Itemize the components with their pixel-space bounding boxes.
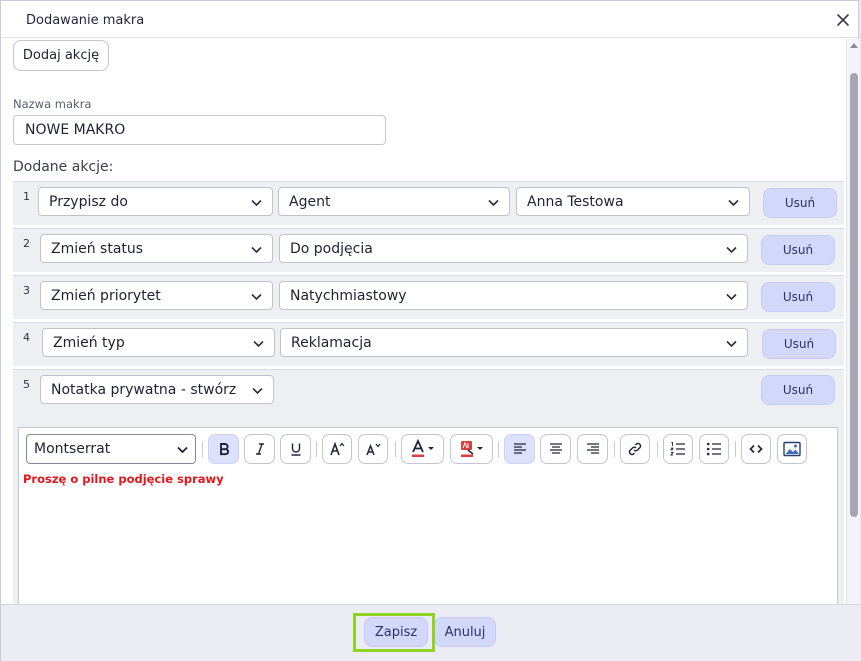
chevron-down-icon: [177, 446, 188, 454]
scroll-up-arrow-icon[interactable]: [850, 43, 858, 48]
link-icon: [628, 442, 642, 456]
macro-name-label: Nazwa makra: [13, 97, 92, 111]
action-type-select[interactable]: Przypisz do: [38, 187, 273, 216]
align-center-button[interactable]: [540, 434, 571, 464]
highlight-color-icon: [460, 441, 483, 457]
note-editor[interactable]: Montserrat Proszę o pilne podjęcie spraw…: [18, 427, 838, 607]
action-row-number: 4: [23, 331, 30, 344]
action-row-number: 5: [23, 378, 30, 391]
align-right-button[interactable]: [577, 434, 608, 464]
scrollbar[interactable]: [846, 39, 860, 604]
toolbar-divider: [202, 441, 203, 457]
bullet-list-icon: [706, 442, 721, 456]
chevron-down-icon: [726, 293, 737, 301]
font-size-decrease-button[interactable]: [358, 434, 388, 464]
added-actions-label: Dodane akcje:: [13, 159, 114, 175]
action-type-select[interactable]: Zmień priorytet: [40, 281, 273, 310]
chevron-down-icon: [251, 246, 262, 254]
toolbar-divider: [614, 441, 615, 457]
code-icon: [749, 444, 763, 454]
action-row-number: 2: [23, 237, 30, 250]
toolbar-divider: [735, 441, 736, 457]
chevron-down-icon: [253, 340, 264, 348]
remove-action-button[interactable]: Usuń: [763, 188, 837, 218]
action-type-value: Zmień typ: [53, 334, 125, 351]
assign-target-value: Agent: [289, 193, 331, 210]
add-action-button[interactable]: Dodaj akcję: [13, 40, 109, 71]
chevron-down-icon: [728, 199, 739, 207]
agent-select[interactable]: Anna Testowa: [516, 187, 750, 216]
cancel-button[interactable]: Anuluj: [434, 617, 496, 647]
action-row: 4 Zmień typ Reklamacja Usuń: [13, 322, 844, 366]
action-row-number: 3: [23, 284, 30, 297]
agent-value: Anna Testowa: [527, 193, 624, 210]
ordered-list-button[interactable]: [663, 434, 693, 464]
underline-icon: [291, 443, 300, 456]
chevron-down-icon: [726, 340, 737, 348]
action-type-select[interactable]: Zmień status: [40, 234, 273, 263]
underline-button[interactable]: [280, 434, 311, 464]
type-value: Reklamacja: [291, 334, 372, 351]
align-left-icon: [513, 443, 526, 454]
toolbar-divider: [395, 441, 396, 457]
save-button-highlight: [353, 613, 435, 652]
bullet-list-button[interactable]: [699, 434, 729, 464]
toolbar-divider: [498, 441, 499, 457]
chevron-down-icon: [251, 199, 262, 207]
chevron-down-icon: [251, 293, 262, 301]
text-color-icon: [411, 439, 434, 457]
action-row: 1 Przypisz do Agent Anna Testowa Usuń: [13, 181, 844, 225]
remove-action-button[interactable]: Usuń: [762, 329, 836, 359]
background-color-button[interactable]: [450, 434, 493, 464]
align-center-icon: [549, 443, 562, 454]
font-family-select[interactable]: Montserrat: [26, 434, 196, 464]
action-type-select[interactable]: Zmień typ: [42, 328, 275, 357]
dialog-header: Dodawanie makra: [1, 1, 858, 38]
remove-action-button[interactable]: Usuń: [761, 375, 835, 405]
priority-value: Natychmiastowy: [290, 287, 407, 304]
toolbar-divider: [657, 441, 658, 457]
priority-select[interactable]: Natychmiastowy: [279, 281, 748, 310]
bold-icon: [219, 443, 229, 456]
image-icon: [783, 441, 801, 457]
chevron-down-icon: [726, 246, 737, 254]
action-type-value: Zmień status: [51, 240, 144, 257]
font-size-increase-button[interactable]: [322, 434, 352, 464]
italic-button[interactable]: [244, 434, 275, 464]
remove-action-button[interactable]: Usuń: [761, 282, 835, 312]
remove-action-button[interactable]: Usuń: [761, 235, 835, 265]
action-type-value: Notatka prywatna - stwórz: [51, 381, 237, 398]
chevron-down-icon: [488, 199, 499, 207]
action-row: 2 Zmień status Do podjęcia Usuń: [13, 228, 844, 272]
italic-icon: [255, 443, 264, 455]
scrollbar-thumb[interactable]: [850, 73, 858, 517]
toolbar-divider: [316, 441, 317, 457]
chevron-down-icon: [252, 387, 263, 395]
text-color-button[interactable]: [401, 434, 444, 464]
assign-target-select[interactable]: Agent: [278, 187, 510, 216]
action-row: 3 Zmień priorytet Natychmiastowy Usuń: [13, 275, 844, 319]
note-content[interactable]: Proszę o pilne podjęcie sprawy: [23, 472, 224, 486]
insert-link-button[interactable]: [620, 434, 650, 464]
font-family-value: Montserrat: [34, 441, 111, 457]
action-type-select[interactable]: Notatka prywatna - stwórz: [40, 375, 274, 404]
code-view-button[interactable]: [741, 434, 771, 464]
font-decrease-icon: [366, 443, 381, 456]
insert-image-button[interactable]: [777, 434, 807, 464]
action-row-number: 1: [23, 190, 30, 203]
action-type-value: Przypisz do: [49, 193, 128, 210]
ordered-list-icon: [670, 442, 685, 456]
font-increase-icon: [330, 441, 345, 456]
macro-name-input[interactable]: NOWE MAKRO: [13, 115, 386, 145]
align-left-button[interactable]: [504, 434, 535, 464]
status-select[interactable]: Do podjęcia: [279, 234, 748, 263]
bold-button[interactable]: [208, 434, 239, 464]
close-icon[interactable]: [833, 10, 853, 30]
dialog-title: Dodawanie makra: [26, 13, 145, 28]
action-type-value: Zmień priorytet: [51, 287, 161, 304]
macro-dialog: Dodawanie makra Dodaj akcję Nazwa makra …: [0, 0, 860, 661]
status-value: Do podjęcia: [290, 240, 373, 257]
align-right-icon: [586, 443, 599, 454]
type-select[interactable]: Reklamacja: [280, 328, 748, 357]
